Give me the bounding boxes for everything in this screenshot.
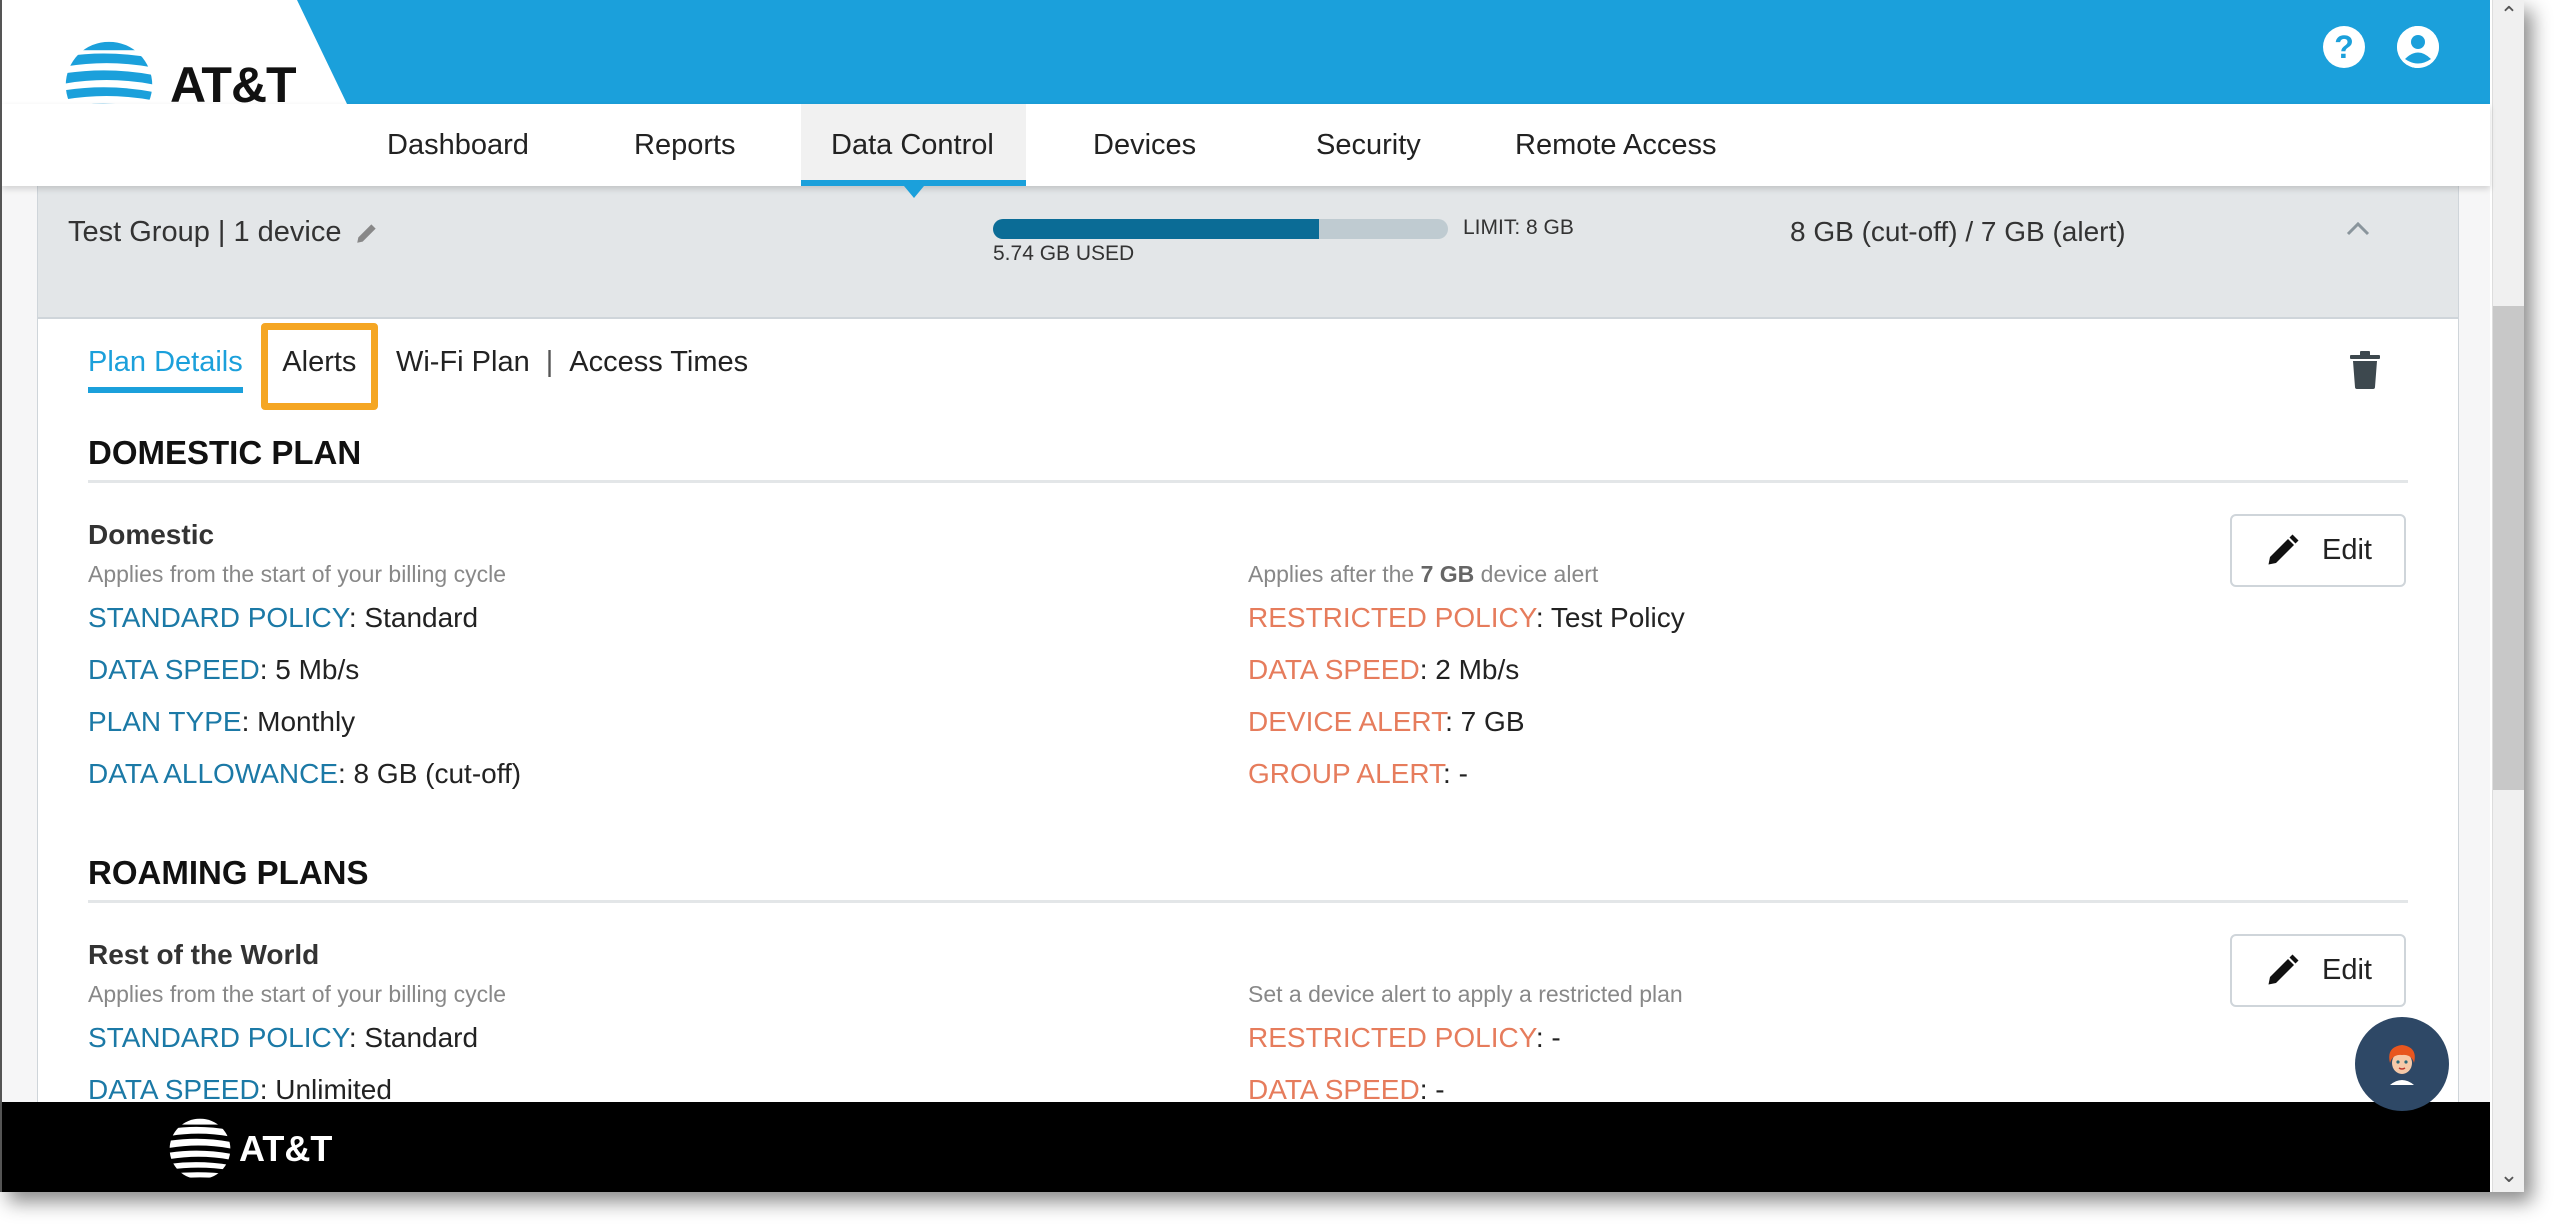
field-key: DATA ALLOWANCE (88, 758, 338, 789)
nav-devices[interactable]: Devices (1063, 104, 1226, 186)
roaming-restricted-hint: Set a device alert to apply a restricted… (1248, 981, 1683, 1007)
domestic-group-alert: GROUP ALERT: - (1248, 758, 1468, 790)
roaming-edit-button[interactable]: Edit (2230, 934, 2406, 1007)
field-key: RESTRICTED POLICY (1248, 1022, 1536, 1053)
section-divider (88, 480, 2408, 483)
scroll-down-arrow[interactable]: ⌄ (2493, 1160, 2524, 1190)
domestic-restricted-policy: RESTRICTED POLICY: Test Policy (1248, 602, 1685, 634)
usage-used-label: 5.74 GB USED (993, 242, 1135, 265)
field-value: : 8 GB (cut-off) (338, 758, 522, 789)
account-icon[interactable] (2397, 26, 2439, 68)
domestic-section-title: DOMESTIC PLAN (88, 434, 362, 471)
roaming-plan-name: Rest of the World (88, 939, 320, 970)
footer: AT&T (2, 1102, 2490, 1192)
field-key: STANDARD POLICY (88, 602, 349, 633)
footer-brand-name: AT&T (239, 1128, 333, 1169)
usage-progress-bar (993, 219, 1448, 239)
field-key: GROUP ALERT (1248, 758, 1444, 789)
group-card: Test Group | 1 device 5.74 GB USED LIMIT… (37, 186, 2459, 1107)
usage-limit-label: LIMIT: 8 GB (1463, 216, 1574, 239)
assistant-avatar-icon (2389, 1045, 2415, 1085)
tab-wifi-plan[interactable]: Wi-Fi Plan (396, 346, 530, 393)
nav-dashboard[interactable]: Dashboard (357, 104, 559, 186)
field-value: : Standard (348, 602, 479, 633)
domestic-plan-name: Domestic (88, 519, 215, 550)
chat-assistant-button[interactable] (2355, 1017, 2449, 1111)
trash-icon[interactable] (2350, 351, 2380, 389)
scroll-up-arrow[interactable]: ⌃ (2493, 0, 2524, 30)
roaming-restricted-policy: RESTRICTED POLICY: - (1248, 1022, 1561, 1054)
vertical-scrollbar[interactable]: ⌃ ⌄ (2492, 0, 2524, 1192)
edit-label: Edit (2322, 954, 2372, 986)
domestic-edit-button[interactable]: Edit (2230, 514, 2406, 587)
field-key: STANDARD POLICY (88, 1022, 349, 1053)
field-value: : - (1443, 758, 1468, 789)
field-value: : Unlimited (259, 1074, 392, 1105)
nav-reports[interactable]: Reports (604, 104, 766, 186)
tab-access-times[interactable]: Access Times (569, 346, 748, 393)
roaming-standard-policy: STANDARD POLICY: Standard (88, 1022, 478, 1054)
field-value: : Test Policy (1535, 602, 1685, 633)
pencil-icon (2268, 954, 2299, 984)
field-value: : - (1535, 1022, 1561, 1053)
hint-text: Applies after the (1248, 561, 1421, 587)
domestic-data-allowance: DATA ALLOWANCE: 8 GB (cut-off) (88, 758, 521, 790)
header-band: ? (2, 0, 2490, 104)
nav-remote-access[interactable]: Remote Access (1485, 104, 1746, 186)
domestic-plan-type: PLAN TYPE: Monthly (88, 706, 355, 738)
tab-separator: | (258, 346, 267, 378)
group-header[interactable]: Test Group | 1 device 5.74 GB USED LIMIT… (38, 186, 2458, 319)
usage-progress-fill (993, 219, 1320, 239)
field-key: DATA SPEED (88, 1074, 260, 1105)
roaming-standard-hint: Applies from the start of your billing c… (88, 981, 507, 1007)
field-value: : 2 Mb/s (1419, 654, 1520, 685)
hint-text: device alert (1474, 561, 1599, 587)
field-value: : Monthly (241, 706, 356, 737)
field-key: PLAN TYPE (88, 706, 242, 737)
tab-separator: | (545, 346, 554, 378)
att-globe-icon (169, 1118, 231, 1180)
domestic-standard-policy: STANDARD POLICY: Standard (88, 602, 478, 634)
tab-plan-details[interactable]: Plan Details (88, 346, 243, 393)
roaming-section-title: ROAMING PLANS (88, 854, 369, 891)
tab-separator: | (372, 346, 380, 378)
section-divider (88, 900, 2408, 903)
domestic-device-alert: DEVICE ALERT: 7 GB (1248, 706, 1525, 738)
plan-tabs: Plan Details | Alerts | Wi-Fi Plan | Acc… (88, 346, 748, 393)
tab-alerts[interactable]: Alerts (282, 346, 356, 393)
field-value: : 5 Mb/s (259, 654, 360, 685)
field-key: DEVICE ALERT (1248, 706, 1446, 737)
hint-bold: 7 GB (1420, 561, 1475, 587)
main-nav: Dashboard Reports Data Control Devices S… (2, 104, 2490, 198)
group-summary: 8 GB (cut-off) / 7 GB (alert) (1790, 216, 2126, 247)
group-title: Test Group | 1 device (68, 216, 380, 249)
chevron-up-icon[interactable] (2343, 214, 2373, 244)
scrollbar-thumb[interactable] (2493, 306, 2524, 790)
footer-logo[interactable]: AT&T (167, 1116, 332, 1182)
domestic-data-speed: DATA SPEED: 5 Mb/s (88, 654, 359, 686)
domestic-standard-hint: Applies from the start of your billing c… (88, 561, 507, 587)
pencil-icon (2268, 534, 2299, 564)
edit-label: Edit (2322, 534, 2372, 566)
browser-window: ? AT&T Dashboard Reports Data Control De… (0, 0, 2524, 1192)
field-key: DATA SPEED (88, 654, 260, 685)
help-icon[interactable]: ? (2323, 26, 2365, 68)
field-value: : - (1419, 1074, 1445, 1105)
field-value: : 7 GB (1445, 706, 1525, 737)
domestic-restricted-hint: Applies after the 7 GB device alert (1248, 561, 1598, 588)
nav-data-control[interactable]: Data Control (801, 104, 1026, 198)
field-value: : Standard (348, 1022, 479, 1053)
group-name: Test Group | 1 device (68, 216, 342, 248)
field-key: DATA SPEED (1248, 1074, 1420, 1105)
field-key: DATA SPEED (1248, 654, 1420, 685)
edit-group-pencil-icon[interactable] (354, 220, 380, 246)
nav-security[interactable]: Security (1286, 104, 1451, 186)
field-key: RESTRICTED POLICY (1248, 602, 1536, 633)
domestic-restricted-speed: DATA SPEED: 2 Mb/s (1248, 654, 1519, 686)
